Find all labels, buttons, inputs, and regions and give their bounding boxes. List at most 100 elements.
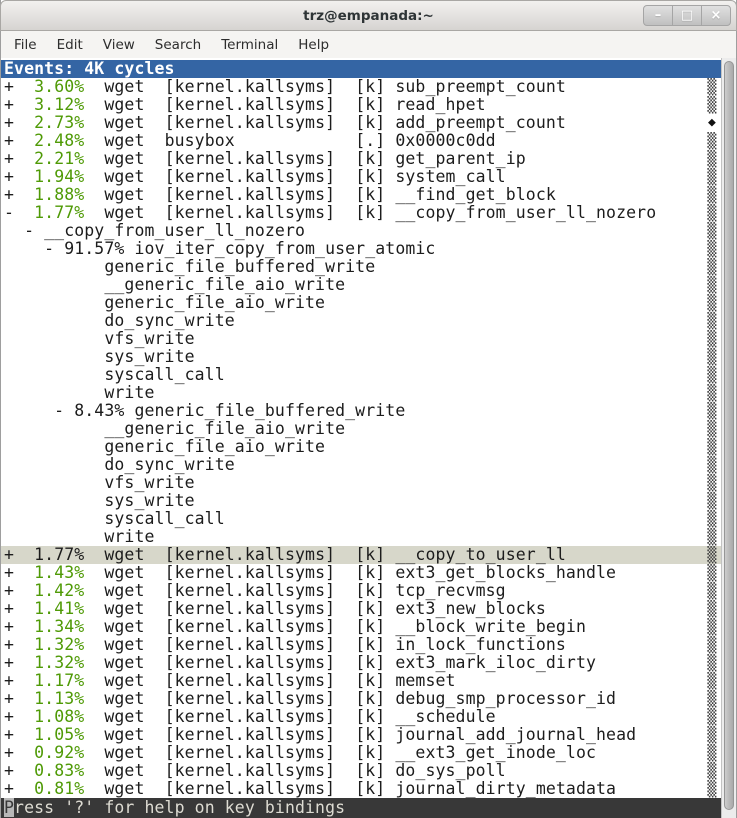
callchain-row[interactable]: generic_file_aio_write: [1, 438, 721, 456]
menu-item-help[interactable]: Help: [288, 33, 339, 57]
row-percent: 1.34%: [34, 617, 84, 636]
callchain-text: sys_write: [4, 347, 195, 366]
scroll-shade-icon: ▒: [706, 420, 718, 438]
scroll-shade-icon: ▒: [706, 186, 718, 204]
callchain-row[interactable]: - 91.57% iov_iter_copy_from_user_atomic: [1, 240, 721, 258]
callchain-text: vfs_write: [4, 329, 195, 348]
callchain-row[interactable]: syscall_call: [1, 510, 721, 528]
scrollbar-track[interactable]: [721, 58, 736, 818]
scroll-shade-icon: ▒: [706, 528, 718, 546]
scroll-shade-icon: ▒: [706, 600, 718, 618]
row-percent: 0.83%: [34, 761, 84, 780]
callchain-row[interactable]: vfs_write: [1, 330, 721, 348]
row-expander: +: [4, 77, 14, 96]
perf-row[interactable]: + 1.41% wget [kernel.kallsyms] [k] ext3_…: [1, 600, 721, 618]
scroll-shade-icon: ▒: [706, 780, 718, 798]
scroll-shade-icon: ▒: [706, 330, 718, 348]
callchain-text: - 8.43% generic_file_buffered_write: [4, 401, 405, 420]
row-expander: +: [4, 707, 14, 726]
window-title: trz@empanada:~: [303, 8, 434, 24]
row-expander: +: [4, 563, 14, 582]
menu-item-file[interactable]: File: [4, 33, 47, 57]
row-percent: 1.88%: [34, 185, 84, 204]
scroll-shade-icon: ▒: [706, 204, 718, 222]
menu-item-edit[interactable]: Edit: [47, 33, 93, 57]
perf-row[interactable]: + 1.43% wget [kernel.kallsyms] [k] ext3_…: [1, 564, 721, 582]
callchain-text: generic_file_aio_write: [4, 437, 325, 456]
close-button[interactable]: ×: [701, 5, 731, 26]
perf-row[interactable]: + 1.34% wget [kernel.kallsyms] [k] __blo…: [1, 618, 721, 636]
callchain-text: sys_write: [4, 491, 195, 510]
scroll-shade-icon: ▒: [706, 96, 718, 114]
row-percent: 1.32%: [34, 653, 84, 672]
scroll-shade-icon: ▒: [706, 564, 718, 582]
perf-row[interactable]: + 2.48% wget busybox [.] 0x0000c0dd: [1, 132, 721, 150]
callchain-row[interactable]: vfs_write: [1, 474, 721, 492]
row-percent: 0.81%: [34, 779, 84, 798]
perf-row[interactable]: + 3.12% wget [kernel.kallsyms] [k] read_…: [1, 96, 721, 114]
callchain-row[interactable]: do_sync_write: [1, 312, 721, 330]
scrollbar-thumb[interactable]: [724, 61, 734, 810]
callchain-text: generic_file_aio_write: [4, 293, 325, 312]
perf-row[interactable]: + 1.94% wget [kernel.kallsyms] [k] syste…: [1, 168, 721, 186]
callchain-text: generic_file_buffered_write: [4, 257, 375, 276]
menu-item-view[interactable]: View: [93, 33, 145, 57]
row-expander: +: [4, 599, 14, 618]
row-expander: +: [4, 779, 14, 798]
callchain-row[interactable]: - __copy_from_user_ll_nozero: [1, 222, 721, 240]
callchain-row[interactable]: sys_write: [1, 492, 721, 510]
callchain-row[interactable]: sys_write: [1, 348, 721, 366]
perf-row[interactable]: - 1.77% wget [kernel.kallsyms] [k] __cop…: [1, 204, 721, 222]
perf-row[interactable]: + 0.83% wget [kernel.kallsyms] [k] do_sy…: [1, 762, 721, 780]
row-percent: 2.48%: [34, 131, 84, 150]
row-percent: 1.05%: [34, 725, 84, 744]
row-percent: 3.12%: [34, 95, 84, 114]
callchain-row[interactable]: write: [1, 528, 721, 546]
perf-row[interactable]: + 1.42% wget [kernel.kallsyms] [k] tcp_r…: [1, 582, 721, 600]
maximize-button[interactable]: □: [672, 5, 702, 26]
callchain-row[interactable]: generic_file_aio_write: [1, 294, 721, 312]
perf-row[interactable]: + 2.21% wget [kernel.kallsyms] [k] get_p…: [1, 150, 721, 168]
menu-item-terminal[interactable]: Terminal: [211, 33, 288, 57]
perf-row[interactable]: + 1.13% wget [kernel.kallsyms] [k] debug…: [1, 690, 721, 708]
perf-row[interactable]: + 2.73% wget [kernel.kallsyms] [k] add_p…: [1, 114, 721, 132]
callchain-row[interactable]: generic_file_buffered_write: [1, 258, 721, 276]
callchain-row[interactable]: __generic_file_aio_write: [1, 276, 721, 294]
row-expander: +: [4, 725, 14, 744]
scroll-shade-icon: ▒: [706, 636, 718, 654]
scroll-shade-icon: ▒: [706, 726, 718, 744]
scroll-shade-icon: ▒: [706, 258, 718, 276]
perf-row[interactable]: + 1.08% wget [kernel.kallsyms] [k] __sch…: [1, 708, 721, 726]
row-percent: 1.94%: [34, 167, 84, 186]
perf-row[interactable]: + 1.77% wget [kernel.kallsyms] [k] __cop…: [1, 546, 721, 564]
menu-item-search[interactable]: Search: [145, 33, 211, 57]
position-diamond-icon: ◆: [706, 114, 718, 132]
callchain-row[interactable]: - 8.43% generic_file_buffered_write: [1, 402, 721, 420]
perf-row[interactable]: + 0.92% wget [kernel.kallsyms] [k] __ext…: [1, 744, 721, 762]
callchain-text: write: [4, 527, 155, 546]
perf-row[interactable]: + 1.32% wget [kernel.kallsyms] [k] in_lo…: [1, 636, 721, 654]
perf-row[interactable]: + 1.32% wget [kernel.kallsyms] [k] ext3_…: [1, 654, 721, 672]
perf-row[interactable]: + 0.81% wget [kernel.kallsyms] [k] journ…: [1, 780, 721, 798]
callchain-text: vfs_write: [4, 473, 195, 492]
perf-rows: Events: 4K cycles + 3.60% wget [kernel.k…: [1, 60, 721, 798]
scroll-shade-icon: ▒: [706, 312, 718, 330]
minimize-button[interactable]: –: [643, 5, 673, 26]
perf-row[interactable]: + 1.17% wget [kernel.kallsyms] [k] memse…: [1, 672, 721, 690]
scroll-shade-icon: ▒: [706, 744, 718, 762]
callchain-row[interactable]: syscall_call: [1, 366, 721, 384]
row-expander: +: [4, 635, 14, 654]
perf-row[interactable]: + 1.88% wget [kernel.kallsyms] [k] __fin…: [1, 186, 721, 204]
row-expander: +: [4, 689, 14, 708]
terminal-window: trz@empanada:~ –□× FileEditViewSearchTer…: [0, 0, 737, 818]
perf-row[interactable]: + 1.05% wget [kernel.kallsyms] [k] journ…: [1, 726, 721, 744]
callchain-row[interactable]: do_sync_write: [1, 456, 721, 474]
row-expander: +: [4, 149, 14, 168]
title-bar[interactable]: trz@empanada:~ –□×: [0, 0, 737, 31]
perf-row[interactable]: + 3.60% wget [kernel.kallsyms] [k] sub_p…: [1, 78, 721, 96]
row-percent: 2.21%: [34, 149, 84, 168]
status-text: ress '?' for help on key bindings: [14, 798, 345, 817]
row-percent: 3.60%: [34, 77, 84, 96]
callchain-row[interactable]: write: [1, 384, 721, 402]
callchain-row[interactable]: __generic_file_aio_write: [1, 420, 721, 438]
